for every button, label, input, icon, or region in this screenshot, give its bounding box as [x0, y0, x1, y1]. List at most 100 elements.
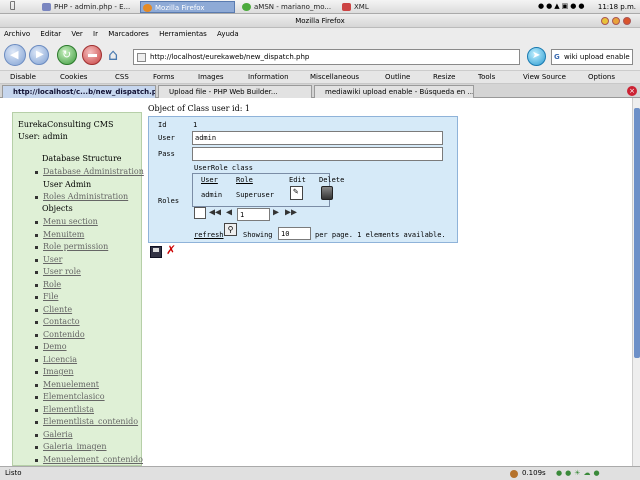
close-tab-icon[interactable]: × — [627, 86, 637, 96]
page-icon — [137, 53, 146, 62]
new-record-icon[interactable] — [194, 207, 206, 219]
sidebar-item-licencia[interactable]: Licencia — [35, 354, 143, 367]
sidebar-item-cliente[interactable]: Cliente — [35, 304, 143, 317]
stop-button[interactable] — [82, 45, 102, 65]
timer-icon — [510, 470, 518, 478]
menu-herramientas[interactable]: Herramientas — [155, 28, 211, 41]
close-window-button[interactable] — [623, 17, 631, 25]
objects-header: Objects — [42, 204, 73, 213]
sidebar-item-role[interactable]: Role — [35, 279, 143, 292]
sidebar-item-user-admin[interactable]: User Admin — [35, 179, 144, 192]
devbar-tools[interactable]: Tools — [478, 71, 495, 84]
id-value: 1 — [193, 121, 198, 129]
sidebar-item-roles-administration[interactable]: Roles Administration — [35, 191, 144, 204]
home-button[interactable]: ⌂ — [107, 45, 127, 65]
userrole-class-title: UserRole class — [194, 164, 254, 172]
menu-archivo[interactable]: Archivo — [0, 28, 34, 41]
task-php-editor[interactable]: PHP - admin.php - E... — [40, 1, 132, 13]
devbar-images[interactable]: Images — [198, 71, 224, 84]
devbar-view-source[interactable]: View Source — [523, 71, 566, 84]
status-bar: Listo 0.109s ●●☀☁● — [0, 466, 640, 480]
pass-input[interactable] — [192, 147, 443, 161]
cancel-x-icon[interactable]: ✗ — [166, 243, 176, 257]
sidebar-item-elementlista-contenido[interactable]: Elementlista_contenido — [35, 416, 143, 429]
devbar-forms[interactable]: Forms — [153, 71, 174, 84]
col-header-user[interactable]: User — [201, 176, 218, 184]
reload-button[interactable]: ↻ — [57, 45, 77, 65]
col-header-role[interactable]: Role — [236, 176, 253, 184]
devbar-cookies[interactable]: Cookies — [60, 71, 87, 84]
save-icon[interactable] — [150, 246, 162, 258]
user-edit-form: Id 1 User admin Pass UserRole class Role… — [148, 116, 458, 243]
sidebar-item-contenido[interactable]: Contenido — [35, 329, 143, 342]
tab-upload-file[interactable]: Upload file - PHP Web Builder... — [158, 85, 312, 98]
menu-marcadores[interactable]: Marcadores — [104, 28, 153, 41]
sidebar-item-galeria[interactable]: Galeria — [35, 429, 143, 442]
vertical-scrollbar[interactable] — [632, 98, 640, 466]
sidebar-item-elementclasico[interactable]: Elementclasico — [35, 391, 143, 404]
devbar-options[interactable]: Options — [588, 71, 615, 84]
sidebar-item-role-permission[interactable]: Role permission — [35, 241, 143, 254]
last-page-icon[interactable]: ▶▶ — [285, 207, 297, 218]
sidebar-item-user[interactable]: User — [35, 254, 143, 267]
sidebar-item-menuelement[interactable]: Menuelement — [35, 379, 143, 392]
sidebar-item-database-administration[interactable]: Database Administration — [35, 166, 144, 179]
menu-ayuda[interactable]: Ayuda — [213, 28, 243, 41]
sidebar-item-menuitem[interactable]: Menuitem — [35, 229, 143, 242]
sidebar-item-galeria-imagen[interactable]: Galeria_imagen — [35, 441, 143, 454]
menu-ir[interactable]: Ir — [89, 28, 102, 41]
stop-icon — [88, 54, 97, 57]
sidebar-item-elementlista[interactable]: Elementlista — [35, 404, 143, 417]
delete-trash-icon[interactable] — [321, 186, 333, 200]
sidebar-item-user-role[interactable]: User role — [35, 266, 143, 279]
sidebar-item-file[interactable]: File — [35, 291, 143, 304]
pencil-icon: ✎ — [293, 187, 299, 197]
search-input[interactable]: G wiki upload enable — [551, 49, 633, 65]
devbar-miscellaneous[interactable]: Miscellaneous — [310, 71, 359, 84]
tab-mediawiki-search[interactable]: mediawiki upload enable - Búsqueda en ..… — [314, 85, 474, 98]
clock: 11:18 p.m. — [597, 3, 636, 11]
user-input[interactable]: admin — [192, 131, 443, 145]
col-header-delete: Delete — [319, 176, 345, 184]
apple-logo-icon[interactable]:  — [10, 1, 15, 11]
menu-ver[interactable]: Ver — [67, 28, 86, 41]
maximize-button[interactable] — [612, 17, 620, 25]
google-icon: G — [554, 53, 560, 61]
task-amsn[interactable]: aMSN - mariano_mo... — [240, 1, 335, 13]
sidebar-item-menu-section[interactable]: Menu section — [35, 216, 143, 229]
task-xml[interactable]: XML — [340, 1, 400, 13]
menu-editar[interactable]: Editar — [36, 28, 65, 41]
next-page-icon[interactable]: ▶ — [273, 207, 279, 218]
per-page-info: per page. 1 elements available. — [315, 231, 446, 239]
devbar-resize[interactable]: Resize — [433, 71, 455, 84]
first-page-icon[interactable]: ◀◀ — [209, 207, 221, 218]
sidebar-item-imagen[interactable]: Imagen — [35, 366, 143, 379]
page-number-input[interactable]: 1 — [237, 208, 270, 221]
url-bar[interactable]: http://localhost/eurekaweb/new_dispatch.… — [133, 49, 520, 65]
devbar-css[interactable]: CSS — [115, 71, 129, 84]
window-titlebar: Mozilla Firefox — [0, 14, 640, 28]
forward-button[interactable]: ▶ — [29, 45, 49, 65]
task-firefox[interactable]: Mozilla Firefox — [140, 1, 235, 13]
edit-icon[interactable]: ✎ — [290, 186, 303, 200]
back-button[interactable]: ◀ — [4, 44, 26, 66]
tab-new-dispatch[interactable]: http://localhost/c...b/new_dispatch.php — [2, 85, 156, 98]
devbar-information[interactable]: Information — [248, 71, 289, 84]
minimize-button[interactable] — [601, 17, 609, 25]
devbar-disable[interactable]: Disable — [10, 71, 36, 84]
row-role: Superuser — [236, 191, 274, 199]
sidebar-item-menuelement-contenido[interactable]: Menuelement_contenido — [35, 454, 143, 467]
search-magnifier-icon[interactable]: ⚲ — [224, 223, 237, 236]
prev-page-icon[interactable]: ◀ — [226, 207, 232, 218]
window-title: Mozilla Firefox — [295, 17, 345, 25]
amsn-icon — [242, 3, 251, 11]
devbar-outline[interactable]: Outline — [385, 71, 410, 84]
go-button[interactable]: ➤ — [527, 47, 546, 66]
pass-label: Pass — [158, 150, 175, 158]
per-page-input[interactable]: 10 — [278, 227, 311, 240]
sidebar-item-demo[interactable]: Demo — [35, 341, 143, 354]
scrollbar-thumb[interactable] — [634, 108, 640, 358]
status-text: Listo — [5, 469, 22, 477]
sidebar-item-contacto[interactable]: Contacto — [35, 316, 143, 329]
refresh-link[interactable]: refresh — [194, 231, 224, 239]
